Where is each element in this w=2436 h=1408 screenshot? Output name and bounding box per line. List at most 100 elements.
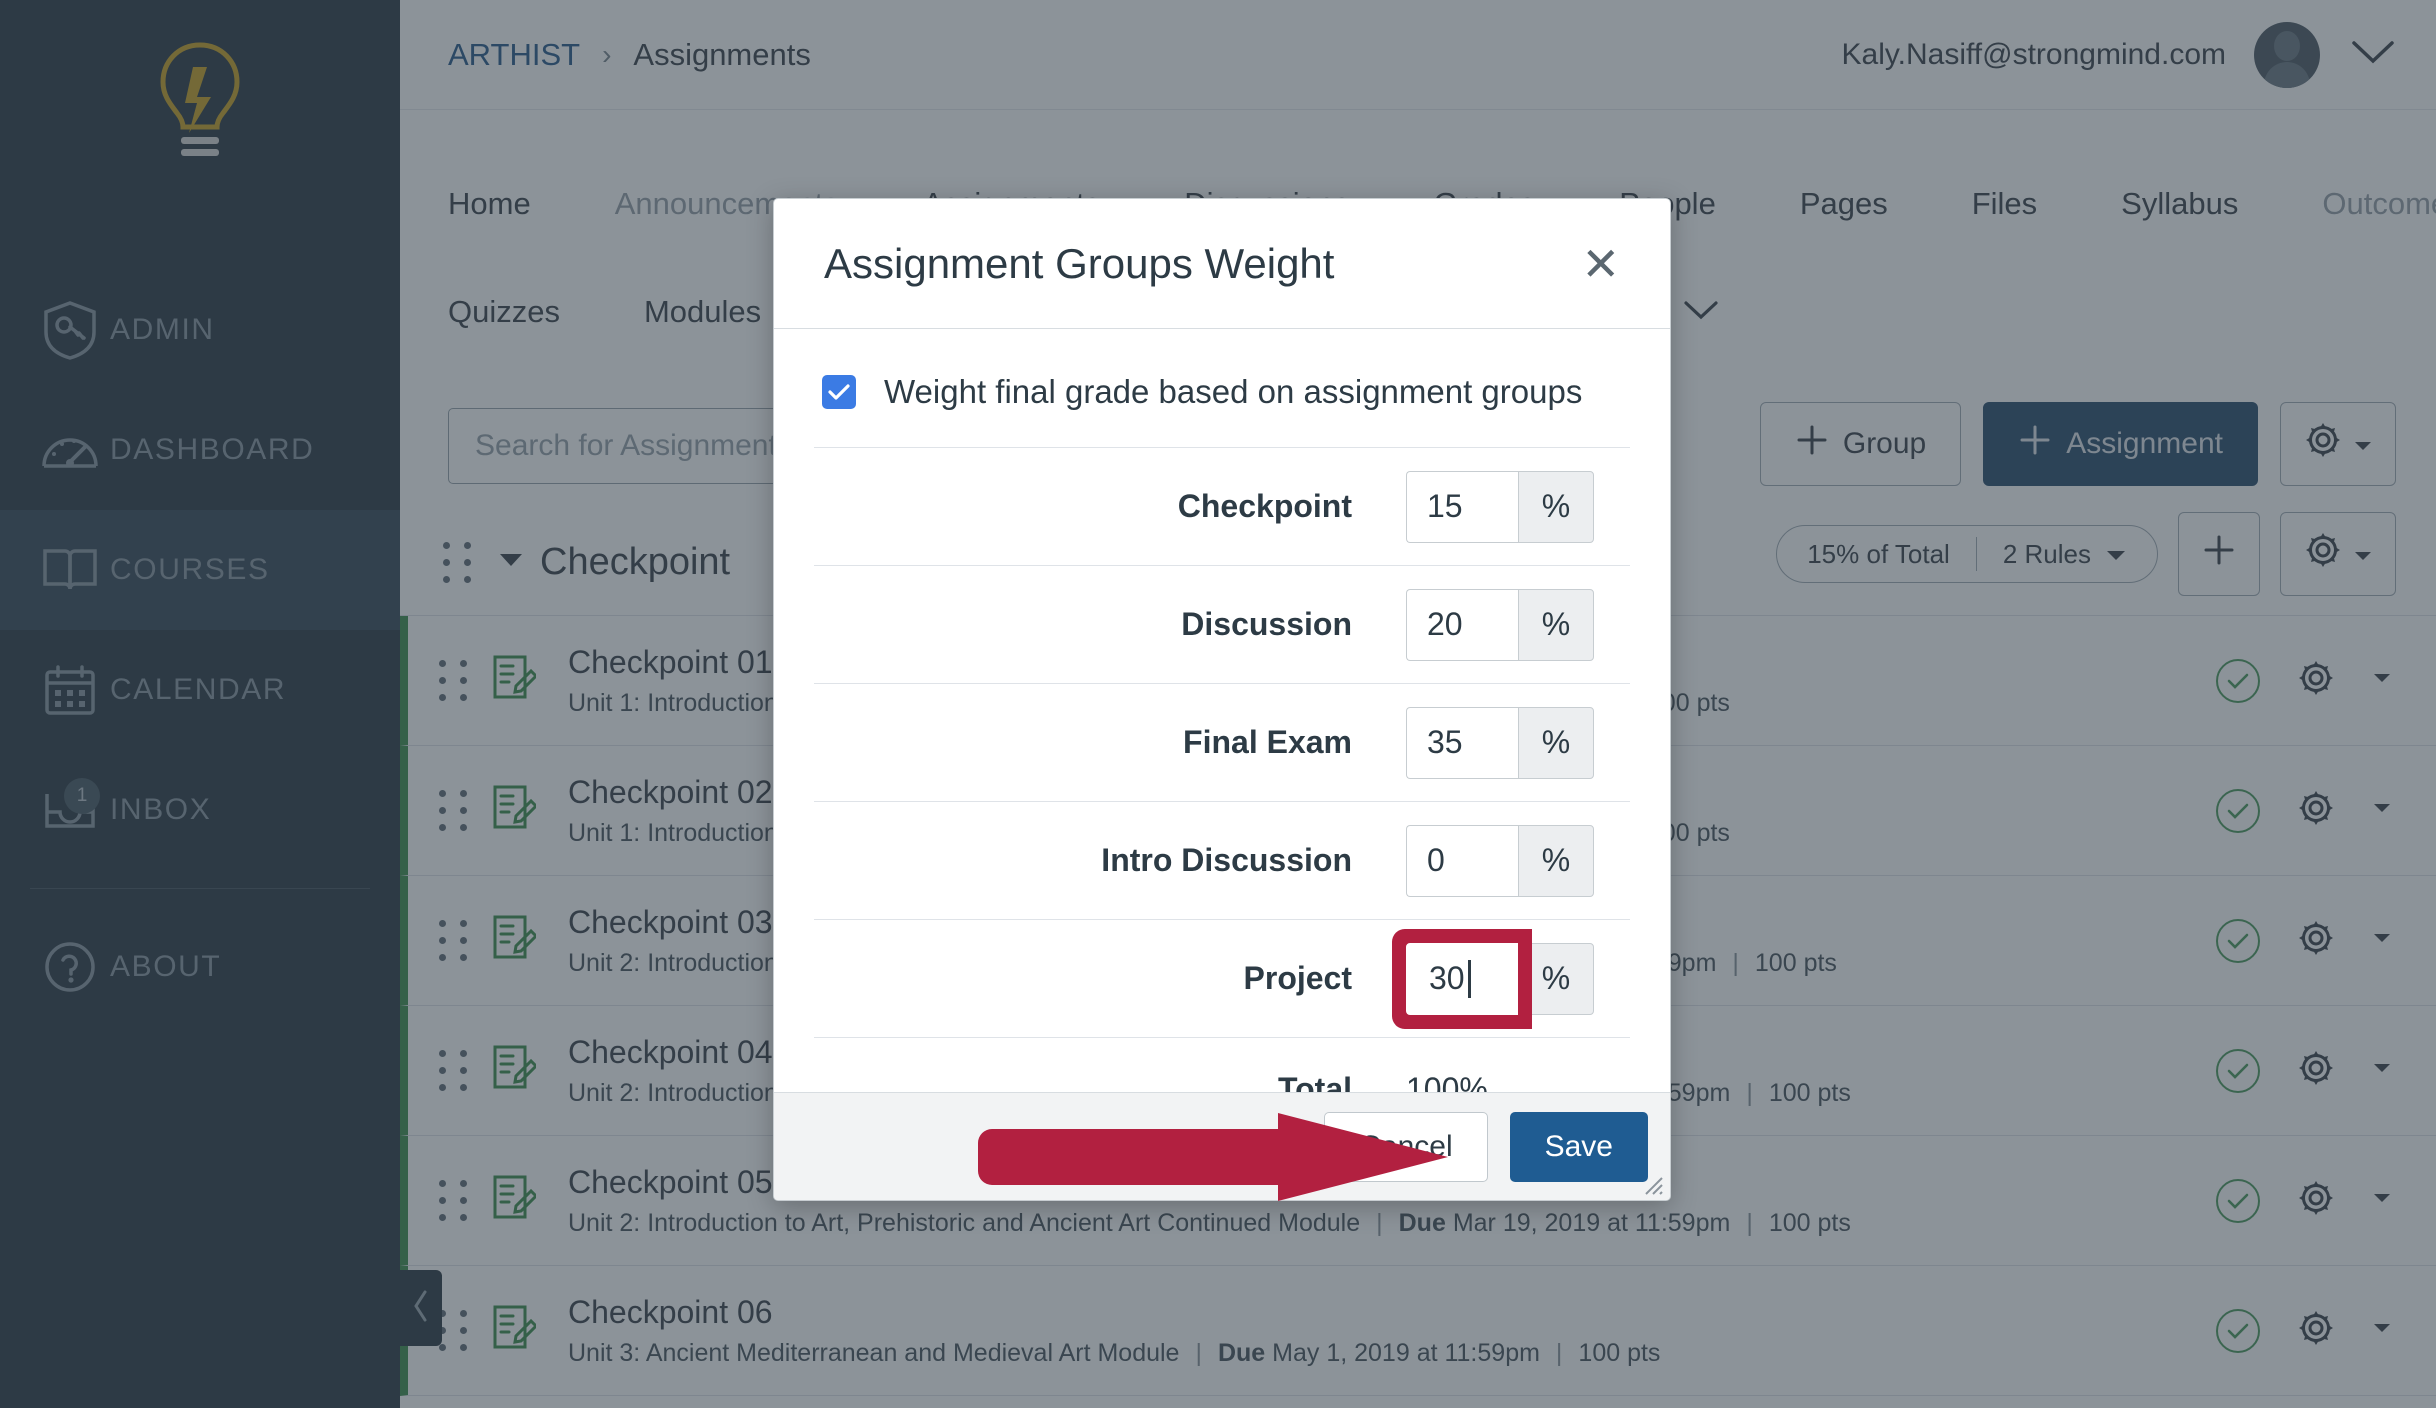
assignment-icon xyxy=(490,1173,536,1228)
drag-handle-icon[interactable] xyxy=(436,1179,470,1223)
weight-input-group: 15 % xyxy=(1406,471,1594,543)
row-actions xyxy=(2216,788,2392,833)
weight-input[interactable]: 35 xyxy=(1406,707,1518,779)
drag-handle-icon[interactable] xyxy=(436,789,470,833)
resize-grip-icon[interactable] xyxy=(1638,1170,1664,1196)
published-check-icon[interactable] xyxy=(2216,659,2260,703)
weight-row: Final Exam 35 % xyxy=(814,683,1630,801)
group-settings-button[interactable] xyxy=(2280,512,2396,596)
app-logo[interactable] xyxy=(0,22,400,182)
total-row: Total 100% xyxy=(814,1037,1630,1092)
plus-icon xyxy=(2201,532,2237,576)
tab-quizzes[interactable]: Quizzes xyxy=(448,294,602,330)
group-weight-pill[interactable]: 15% of Total 2 Rules xyxy=(1776,525,2158,583)
sidebar-item-inbox[interactable]: 1 INBOX xyxy=(0,750,400,870)
weight-input-value: 30 xyxy=(1429,960,1465,997)
row-gear-icon[interactable] xyxy=(2296,788,2336,833)
tab-pages[interactable]: Pages xyxy=(1758,186,1930,222)
weight-input[interactable]: 20 xyxy=(1406,589,1518,661)
weight-input-group: 0 % xyxy=(1406,825,1594,897)
avatar[interactable] xyxy=(2254,22,2320,88)
weight-input-focused[interactable]: 30 xyxy=(1406,943,1518,1015)
weight-row: Project 30 % xyxy=(814,919,1630,1037)
caret-down-icon[interactable] xyxy=(2372,1191,2392,1210)
weight-final-grade-checkbox[interactable] xyxy=(822,375,856,409)
published-check-icon[interactable] xyxy=(2216,789,2260,833)
weight-input[interactable]: 15 xyxy=(1406,471,1518,543)
meta-divider: | xyxy=(1746,1079,1753,1108)
chevron-down-icon[interactable] xyxy=(2350,38,2396,71)
row-gear-icon[interactable] xyxy=(2296,658,2336,703)
sidebar-item-dashboard[interactable]: DASHBOARD xyxy=(0,390,400,510)
row-actions xyxy=(2216,1308,2392,1353)
row-gear-icon[interactable] xyxy=(2296,918,2336,963)
published-check-icon[interactable] xyxy=(2216,919,2260,963)
table-row[interactable]: Checkpoint 06 Unit 3: Ancient Mediterran… xyxy=(400,1266,2436,1396)
drag-handle-icon[interactable] xyxy=(440,541,474,585)
weight-input[interactable]: 0 xyxy=(1406,825,1518,897)
dialog-footer: Cancel Save xyxy=(774,1092,1670,1200)
app-root: ADMIN DASHBOARD xyxy=(0,0,2436,1408)
caret-down-icon[interactable] xyxy=(2372,801,2392,820)
cancel-button[interactable]: Cancel xyxy=(1324,1112,1487,1182)
weight-toggle-row[interactable]: Weight final grade based on assignment g… xyxy=(814,329,1630,447)
caret-down-icon xyxy=(2105,539,2127,570)
total-label: Total xyxy=(814,1071,1406,1092)
assignment-title[interactable]: Checkpoint 06 xyxy=(568,1294,1660,1331)
caret-down-icon[interactable] xyxy=(2372,1061,2392,1080)
row-gear-icon[interactable] xyxy=(2296,1308,2336,1353)
total-value: 100% xyxy=(1406,1071,1630,1092)
sidebar-item-courses[interactable]: COURSES xyxy=(0,510,400,630)
book-icon xyxy=(30,545,110,595)
tab-outcomes[interactable]: Outcomes xyxy=(2280,186,2436,222)
add-assignment-button[interactable]: Assignment xyxy=(1983,402,2258,486)
row-gear-icon[interactable] xyxy=(2296,1048,2336,1093)
row-actions xyxy=(2216,658,2392,703)
sidebar-item-admin[interactable]: ADMIN xyxy=(0,270,400,390)
sidebar-item-calendar[interactable]: CALENDAR xyxy=(0,630,400,750)
add-assignment-to-group-button[interactable] xyxy=(2178,512,2260,596)
row-actions xyxy=(2216,1178,2392,1223)
lightbulb-logo-icon xyxy=(145,37,255,167)
add-group-button[interactable]: Group xyxy=(1760,402,1961,486)
drag-handle-icon[interactable] xyxy=(436,659,470,703)
meta-divider: | xyxy=(1556,1339,1563,1368)
tab-syllabus[interactable]: Syllabus xyxy=(2079,186,2280,222)
row-gear-icon[interactable] xyxy=(2296,1178,2336,1223)
row-actions xyxy=(2216,918,2392,963)
published-check-icon[interactable] xyxy=(2216,1179,2260,1223)
breadcrumb-course-link[interactable]: ARTHIST xyxy=(448,37,580,73)
drag-handle-icon[interactable] xyxy=(436,1049,470,1093)
search-input-placeholder: Search for Assignment xyxy=(475,429,777,463)
inbox-unread-badge: 1 xyxy=(64,778,100,814)
sidebar-item-about[interactable]: ABOUT xyxy=(0,907,400,1027)
tab-home[interactable]: Home xyxy=(448,186,573,222)
assignment-text: Checkpoint 06 Unit 3: Ancient Mediterran… xyxy=(568,1294,1660,1368)
save-button[interactable]: Save xyxy=(1510,1112,1648,1182)
question-circle-icon xyxy=(30,940,110,994)
sidebar-item-label: CALENDAR xyxy=(110,673,286,707)
published-check-icon[interactable] xyxy=(2216,1049,2260,1093)
sidebar-item-label: INBOX xyxy=(110,793,211,827)
assignment-module: Unit 3: Ancient Mediterranean and Mediev… xyxy=(568,1339,1179,1368)
shield-key-icon xyxy=(30,300,110,360)
calendar-icon xyxy=(30,663,110,717)
caret-down-icon[interactable] xyxy=(2372,931,2392,950)
tab-files[interactable]: Files xyxy=(1930,186,2079,222)
chevron-left-icon xyxy=(411,1289,431,1328)
caret-down-icon[interactable] xyxy=(2372,1321,2392,1340)
meta-divider: | xyxy=(1746,1209,1753,1238)
drag-handle-icon[interactable] xyxy=(436,919,470,963)
due-label: Due xyxy=(1218,1339,1265,1368)
assignment-points: 100 pts xyxy=(1755,949,1837,978)
published-check-icon[interactable] xyxy=(2216,1309,2260,1353)
close-icon[interactable]: ✕ xyxy=(1581,241,1620,287)
meta-divider: | xyxy=(1376,1209,1383,1238)
assignments-settings-button[interactable] xyxy=(2280,402,2396,486)
assignment-meta: Unit 2: Introduction to Art, Prehistoric… xyxy=(568,1209,1851,1238)
caret-down-icon[interactable] xyxy=(498,551,524,574)
caret-down-icon[interactable] xyxy=(2372,671,2392,690)
assignment-icon xyxy=(490,653,536,708)
sidebar-collapse-handle[interactable] xyxy=(400,1270,442,1346)
add-group-label: Group xyxy=(1843,427,1926,461)
